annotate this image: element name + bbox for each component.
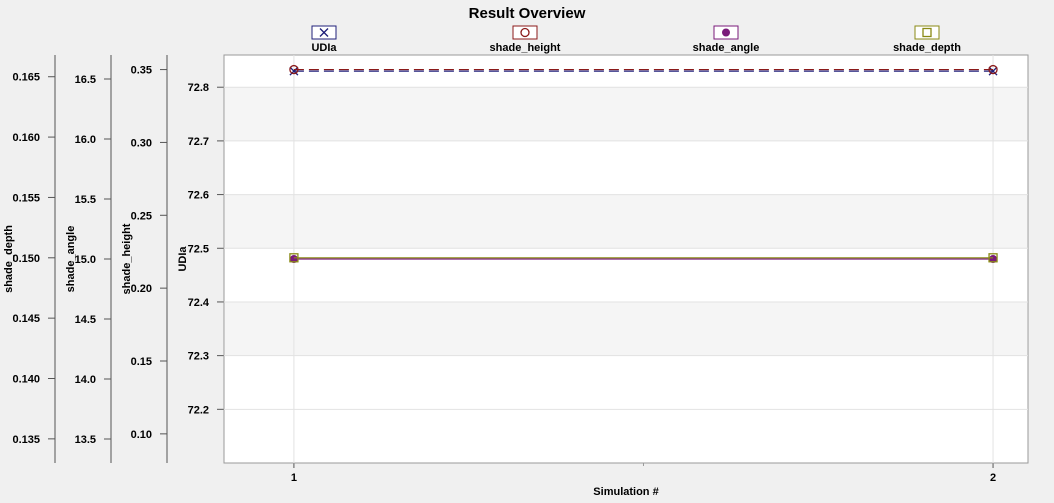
shade-angle-axis-label: shade_angle	[65, 226, 77, 293]
chart-title: Result Overview	[469, 5, 586, 22]
shade-depth-tick-label: 0.155	[12, 192, 40, 204]
shade-angle-tick-label: 13.5	[75, 434, 96, 446]
shade-angle-tick-label: 15.0	[75, 254, 96, 266]
shade-depth-axis-label: shade_depth	[3, 225, 15, 293]
shade-angle-tick-label: 16.0	[75, 134, 96, 146]
udia-tick-label: 72.3	[188, 351, 209, 363]
grid-band	[225, 87, 1027, 141]
shade-height-axis-label: shade_height	[121, 223, 133, 294]
udia-axis-label: UDIa	[177, 246, 189, 272]
udia-tick-label: 72.5	[188, 243, 209, 255]
shade-height-tick-label: 0.35	[131, 65, 152, 77]
legend-item-shade-height: shade_height	[490, 25, 561, 54]
shade-height-tick-label: 0.30	[131, 137, 152, 149]
udia-tick-label: 72.6	[188, 190, 209, 202]
shade-depth-tick-label: 0.165	[12, 72, 40, 84]
shade-height-tick-label: 0.25	[131, 210, 152, 222]
shade-height-tick-label: 0.15	[131, 356, 152, 368]
x-tick-label: 1	[291, 472, 297, 484]
shade-angle-tick-label: 15.5	[75, 194, 96, 206]
result-overview-chart: Result Overview UDIa shade_height shade_an…	[3, 5, 1029, 498]
shade-angle-tick-label: 16.5	[75, 74, 96, 86]
shade-height-tick-label: 0.20	[131, 283, 152, 295]
udia-tick-label: 72.7	[188, 136, 209, 148]
grid-band	[225, 301, 1027, 356]
legend-item-shade-depth: shade_depth	[893, 25, 961, 54]
legend-label: UDIa	[311, 42, 337, 54]
plot-area	[223, 54, 1029, 464]
shade-depth-tick-label: 0.150	[12, 253, 40, 265]
legend-label: shade_depth	[893, 42, 961, 54]
x-tick-label: 2	[990, 472, 996, 484]
udia-tick-label: 72.4	[188, 297, 210, 309]
shade-depth-tick-label: 0.145	[12, 313, 40, 325]
shade-depth-tick-label: 0.160	[12, 132, 40, 144]
shade-angle-tick-label: 14.5	[75, 314, 96, 326]
legend-marker	[722, 28, 730, 37]
udia-tick-label: 72.8	[188, 82, 209, 94]
x-axis-label: Simulation #	[593, 486, 658, 498]
shade-height-tick-label: 0.10	[131, 429, 152, 441]
udia-tick-label: 72.2	[188, 404, 209, 416]
shade-depth-tick-label: 0.140	[12, 374, 40, 386]
grid-band	[225, 194, 1027, 249]
shade-angle-tick-label: 14.0	[75, 374, 96, 386]
legend-label: shade_angle	[693, 42, 760, 54]
legend-item-shade-angle: shade_angle	[693, 25, 760, 54]
legend-item-udia: UDIa	[311, 25, 337, 54]
legend-label: shade_height	[490, 42, 561, 54]
shade-depth-tick-label: 0.135	[12, 434, 40, 446]
legend: UDIa shade_height shade_angle shade_depth	[311, 25, 961, 54]
